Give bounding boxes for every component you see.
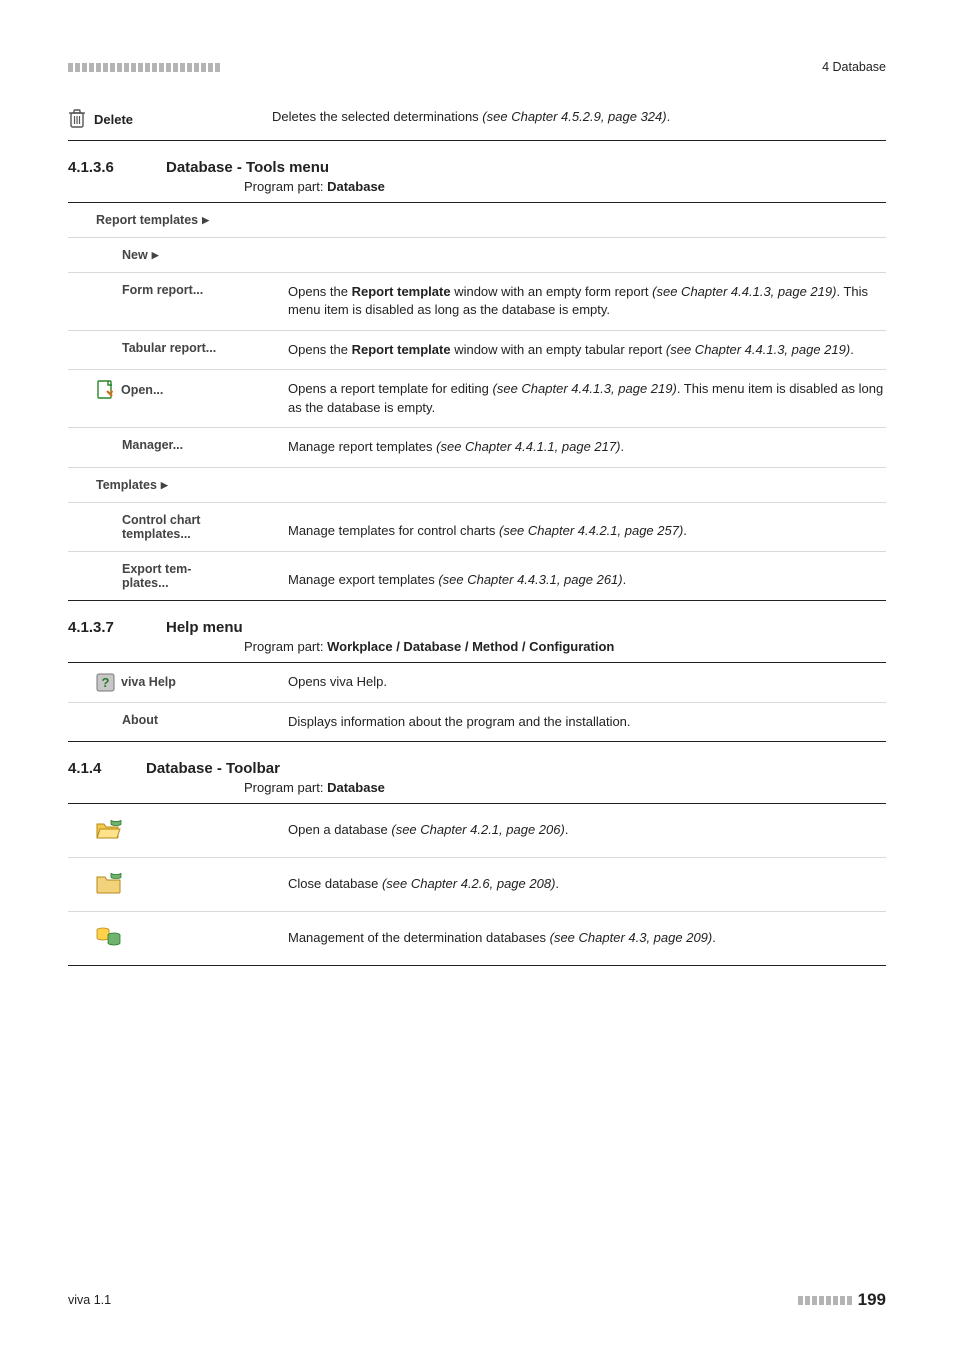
open-database-icon — [96, 818, 122, 840]
control-chart-templates-desc: Manage templates for control charts (see… — [288, 522, 886, 540]
templates-label: Templates▶ — [68, 478, 288, 492]
database-management-icon — [96, 926, 122, 948]
delete-row: Delete Deletes the selected determinatio… — [68, 108, 886, 141]
document-open-icon — [96, 380, 115, 399]
new-label: New▶ — [68, 248, 288, 262]
toolbar-table: Open a database (see Chapter 4.2.1, page… — [68, 803, 886, 966]
trash-icon — [68, 108, 86, 130]
export-templates-desc: Manage export templates (see Chapter 4.4… — [288, 571, 886, 589]
footer-product: viva 1.1 — [68, 1293, 111, 1307]
program-part-4137: Program part: Workplace / Database / Met… — [244, 639, 886, 654]
delete-desc: Deletes the selected determinations (see… — [272, 108, 886, 126]
delete-label: Delete — [94, 112, 133, 127]
tools-menu-table: Report templates▶ New▶ Form report... Op… — [68, 202, 886, 601]
tabular-report-desc: Opens the Report template window with an… — [288, 341, 886, 359]
control-chart-templates-label: Control charttemplates... — [68, 513, 288, 541]
help-menu-table: ? viva Help Opens viva Help. About Displ… — [68, 662, 886, 742]
toolbar-manage-desc: Management of the determination database… — [288, 929, 886, 947]
program-part-414: Program part: Database — [244, 780, 886, 795]
manager-desc: Manage report templates (see Chapter 4.4… — [288, 438, 886, 456]
section-4136-heading: 4.1.3.6Database - Tools menu — [68, 159, 886, 176]
toolbar-open-desc: Open a database (see Chapter 4.2.1, page… — [288, 821, 886, 839]
export-templates-label: Export tem-plates... — [68, 562, 288, 590]
header-chapter: 4 Database — [822, 60, 886, 74]
section-4137-heading: 4.1.3.7Help menu — [68, 619, 886, 636]
open-desc: Opens a report template for editing (see… — [288, 380, 886, 417]
tabular-report-label: Tabular report... — [68, 341, 288, 355]
form-report-label: Form report... — [68, 283, 288, 297]
footer-ticks — [798, 1296, 852, 1305]
header-ticks — [68, 63, 220, 72]
toolbar-close-desc: Close database (see Chapter 4.2.6, page … — [288, 875, 886, 893]
help-icon: ? — [96, 673, 115, 692]
page-number: 199 — [858, 1290, 886, 1310]
open-label: Open... — [68, 380, 288, 399]
manager-label: Manager... — [68, 438, 288, 452]
viva-help-desc: Opens viva Help. — [288, 673, 886, 691]
page-header: 4 Database — [68, 60, 886, 74]
close-database-icon — [96, 872, 122, 894]
svg-text:?: ? — [102, 675, 110, 690]
program-part-4136: Program part: Database — [244, 179, 886, 194]
about-desc: Displays information about the program a… — [288, 713, 886, 731]
section-414-heading: 4.1.4Database - Toolbar — [68, 760, 886, 777]
form-report-desc: Opens the Report template window with an… — [288, 283, 886, 320]
about-label: About — [68, 713, 288, 727]
viva-help-label: ? viva Help — [68, 673, 288, 692]
report-templates-label: Report templates▶ — [68, 213, 288, 227]
page-footer: viva 1.1 199 — [68, 1290, 886, 1310]
